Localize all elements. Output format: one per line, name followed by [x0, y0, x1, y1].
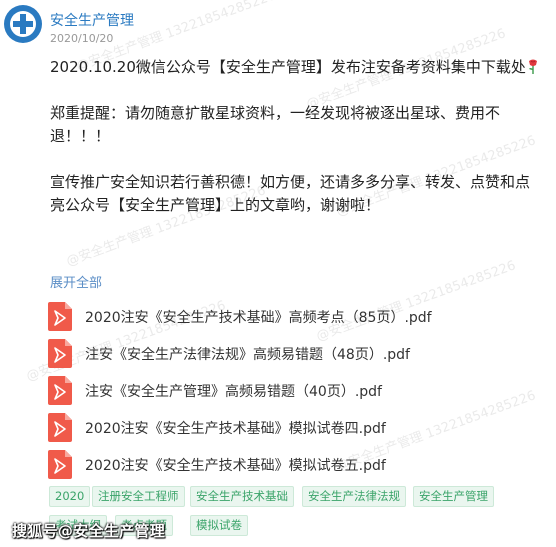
pdf-icon: [48, 450, 72, 479]
avatar[interactable]: [3, 4, 43, 44]
post-paragraph-text: 2020.10.20微信公众号【安全生产管理】发布注安备考资料集中下载处: [50, 58, 526, 76]
post-date: 2020/10/20: [50, 32, 114, 45]
footer-watermark: 搜狐号@安全生产管理: [12, 522, 166, 540]
attachment-list: 2020注安《安全生产技术基础》高频考点（85页）.pdf 注安《安全生产法律法…: [48, 298, 528, 483]
pdf-icon: [48, 302, 72, 331]
expand-all-link[interactable]: 展开全部: [50, 272, 102, 291]
post-paragraph: 宣传推广安全知识若行善积德！如方便，还请多多分享、转发、点赞和点亮公众号【安全生…: [50, 173, 531, 214]
attachment-item[interactable]: 注安《安全生产法律法规》高频易错题（48页）.pdf: [48, 335, 528, 372]
attachment-name: 2020注安《安全生产技术基础》模拟试卷五.pdf: [85, 457, 386, 474]
attachment-name: 注安《安全生产法律法规》高频易错题（48页）.pdf: [85, 346, 410, 363]
author-name[interactable]: 安全生产管理: [50, 10, 134, 30]
attachment-item[interactable]: 2020注安《安全生产技术基础》模拟试卷五.pdf: [48, 446, 528, 483]
tag-chip[interactable]: 2020: [49, 486, 91, 507]
pdf-icon: [48, 376, 72, 405]
post-paragraph: 2020.10.20微信公众号【安全生产管理】发布注安备考资料集中下载处: [50, 56, 540, 79]
rose-icon: [528, 59, 537, 74]
tag-chip[interactable]: 注册安全工程师: [92, 486, 185, 507]
attachment-item[interactable]: 注安《安全生产管理》高频易错题（40页）.pdf: [48, 372, 528, 409]
tag-chip[interactable]: 安全生产法律法规: [302, 486, 406, 507]
attachment-name: 2020注安《安全生产技术基础》模拟试卷四.pdf: [85, 420, 386, 437]
pdf-icon: [48, 413, 72, 442]
tag-chip[interactable]: 模拟试卷: [190, 515, 248, 536]
post-header: 安全生产管理 2020/10/20: [0, 0, 556, 50]
post-paragraph: 郑重提醒：请勿随意扩散星球资料，一经发现将被逐出星球、费用不退！！！: [50, 104, 501, 145]
attachment-item[interactable]: 2020注安《安全生产技术基础》高频考点（85页）.pdf: [48, 298, 528, 335]
post-body: 2020.10.20微信公众号【安全生产管理】发布注安备考资料集中下载处 郑重提…: [50, 56, 540, 240]
attachment-name: 2020注安《安全生产技术基础》高频考点（85页）.pdf: [85, 309, 432, 326]
attachment-item[interactable]: 2020注安《安全生产技术基础》模拟试卷四.pdf: [48, 409, 528, 446]
tag-chip[interactable]: 安全生产管理: [413, 486, 494, 507]
attachment-name: 注安《安全生产管理》高频易错题（40页）.pdf: [85, 383, 382, 400]
tag-chip[interactable]: 安全生产技术基础: [190, 486, 294, 507]
pdf-icon: [48, 339, 72, 368]
